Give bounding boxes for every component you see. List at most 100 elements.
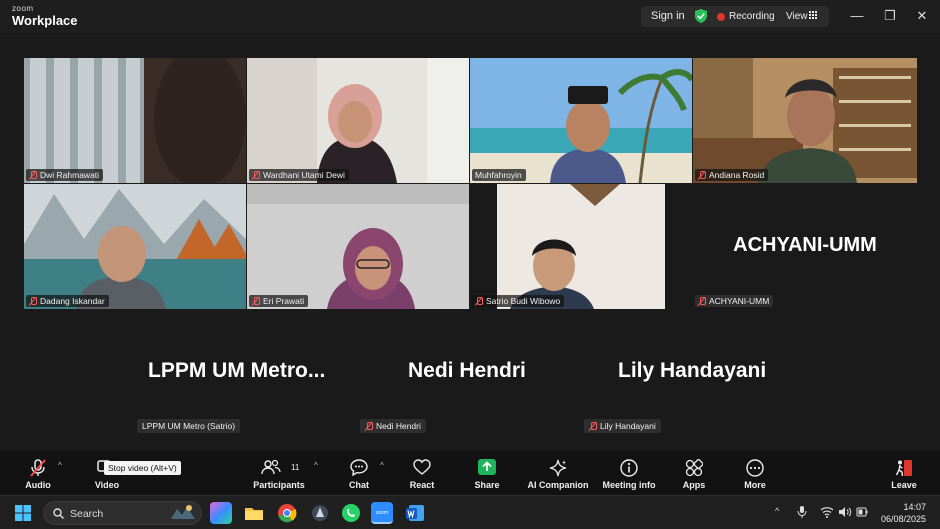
participant-name: LPPM UM Metro (Satrio) (142, 421, 236, 431)
audio-button[interactable]: Audio (14, 451, 62, 495)
chat-label: Chat (349, 480, 369, 490)
zoom-logo: zoom Workplace (12, 4, 78, 28)
zoom-app-lettering: zoom (375, 510, 389, 516)
meeting-info-button[interactable]: Meeting info (599, 451, 659, 495)
participant-name: Eri Prawati (263, 296, 305, 306)
video-feed (247, 58, 469, 183)
leave-door-icon (895, 460, 912, 477)
participant-display-name: ACHYANI-UMM (733, 234, 877, 256)
video-tile[interactable]: Muhfahroyin (470, 58, 692, 183)
video-feed (24, 58, 246, 183)
app-icon[interactable] (309, 502, 331, 524)
participant-name: Dadang Iskandar (40, 296, 105, 306)
system-clock[interactable]: 14:07 06/08/2025 (881, 501, 926, 525)
battery-icon[interactable] (856, 506, 868, 518)
video-feed (470, 184, 692, 309)
zoom-window: zoom Workplace Sign in Recording View — … (0, 0, 940, 529)
video-tile[interactable]: Eri Prawati (247, 184, 469, 309)
search-label: Search (70, 508, 104, 520)
react-button[interactable]: React (402, 451, 442, 495)
brand-top: zoom (12, 4, 34, 13)
tray-chevron-icon[interactable]: ^ (775, 506, 779, 516)
apps-label: Apps (682, 480, 706, 490)
copilot-icon[interactable] (210, 502, 232, 524)
search-icon (53, 508, 64, 519)
view-button[interactable]: View (786, 11, 808, 22)
apps-button[interactable]: Apps (674, 451, 714, 495)
participant-name: Muhfahroyin (475, 170, 522, 180)
chat-button[interactable]: Chat (340, 451, 378, 495)
participants-button[interactable]: 11 Participants (252, 451, 306, 495)
participant-name-tag: Satrio Budi Wibowo (472, 295, 565, 307)
chrome-icon[interactable] (276, 502, 298, 524)
more-button[interactable]: More (735, 451, 775, 495)
mic-muted-icon (698, 296, 706, 306)
mic-muted-icon (30, 459, 46, 477)
taskbar-search[interactable]: Search (43, 501, 202, 525)
whatsapp-icon[interactable] (340, 502, 362, 524)
participant-name-tag: Dwi Rahmawati (26, 169, 104, 181)
video-tile[interactable]: Dwi Rahmawati (24, 58, 246, 183)
leave-button[interactable]: Leave (884, 451, 924, 495)
microphone-icon[interactable] (797, 505, 807, 519)
meeting-info-label: Meeting info (602, 480, 656, 490)
participants-options-chevron-icon[interactable]: ^ (314, 462, 322, 470)
participants-icon (261, 459, 281, 475)
participant-display-name: LPPM UM Metro... (148, 359, 326, 382)
mic-muted-icon (29, 296, 37, 306)
mic-muted-icon (29, 170, 37, 180)
brand-main: Workplace (12, 13, 78, 28)
participant-name: Dwi Rahmawati (40, 170, 100, 180)
participant-name-tag: Nedi Hendri (360, 419, 426, 433)
more-dots-icon (746, 459, 764, 477)
mic-muted-icon (252, 170, 260, 180)
search-highlight-icon (171, 505, 195, 519)
video-tile[interactable]: Dadang Iskandar (24, 184, 246, 309)
participants-count: 11 (291, 463, 300, 472)
video-tooltip: Stop video (Alt+V) (104, 461, 181, 475)
video-tile[interactable]: Satrio Budi Wibowo (470, 184, 692, 309)
video-tile-active-speaker[interactable]: Andiana Rosid (693, 58, 917, 183)
participants-label: Participants (253, 480, 305, 490)
video-feed (24, 184, 246, 309)
participant-name-tag: LPPM UM Metro (Satrio) (137, 419, 241, 433)
ai-companion-button[interactable]: AI Companion (526, 451, 590, 495)
speaker-icon[interactable] (838, 506, 852, 518)
participant-name: ACHYANI-UMM (709, 296, 770, 306)
encryption-shield-icon[interactable] (694, 8, 708, 24)
close-icon[interactable]: ✕ (914, 8, 930, 24)
video-tile[interactable]: Wardhani Utami Dewi (247, 58, 469, 183)
participant-name-tag: Andiana Rosid (695, 169, 769, 181)
word-icon[interactable] (404, 502, 426, 524)
react-label: React (409, 480, 435, 490)
leave-label: Leave (891, 480, 917, 490)
minimize-icon[interactable]: — (849, 8, 865, 24)
chat-options-chevron-icon[interactable]: ^ (380, 462, 388, 470)
info-icon (620, 459, 638, 477)
participant-display-name: Nedi Hendri (408, 359, 526, 382)
zoom-app-icon[interactable]: zoom (371, 502, 393, 524)
restore-icon[interactable]: ❐ (882, 8, 898, 24)
share-button[interactable]: Share (467, 451, 507, 495)
clock-date: 06/08/2025 (880, 514, 926, 524)
video-feed (470, 58, 692, 183)
participant-name-tag: Eri Prawati (249, 295, 309, 307)
sign-in-button[interactable]: Sign in (651, 10, 685, 22)
windows-start-icon[interactable] (15, 505, 31, 521)
wifi-icon[interactable] (820, 506, 834, 518)
video-tile-no-video[interactable]: ACHYANI-UMM ACHYANI-UMM (693, 184, 917, 309)
mic-muted-icon (252, 296, 260, 306)
share-label: Share (474, 480, 500, 490)
participant-display-name: Lily Handayani (618, 359, 767, 382)
video-feed (693, 58, 917, 183)
grid-view-icon[interactable] (809, 11, 818, 20)
participant-name: Andiana Rosid (709, 170, 765, 180)
recording-dot-icon (717, 13, 725, 21)
participant-name-tag: Muhfahroyin (472, 169, 526, 181)
recording-indicator[interactable]: Recording (729, 11, 775, 22)
audio-options-chevron-icon[interactable]: ^ (58, 462, 66, 470)
video-label: Video (94, 480, 120, 490)
file-explorer-icon[interactable] (243, 502, 265, 524)
sparkle-icon (549, 459, 567, 477)
more-label: More (744, 480, 766, 490)
